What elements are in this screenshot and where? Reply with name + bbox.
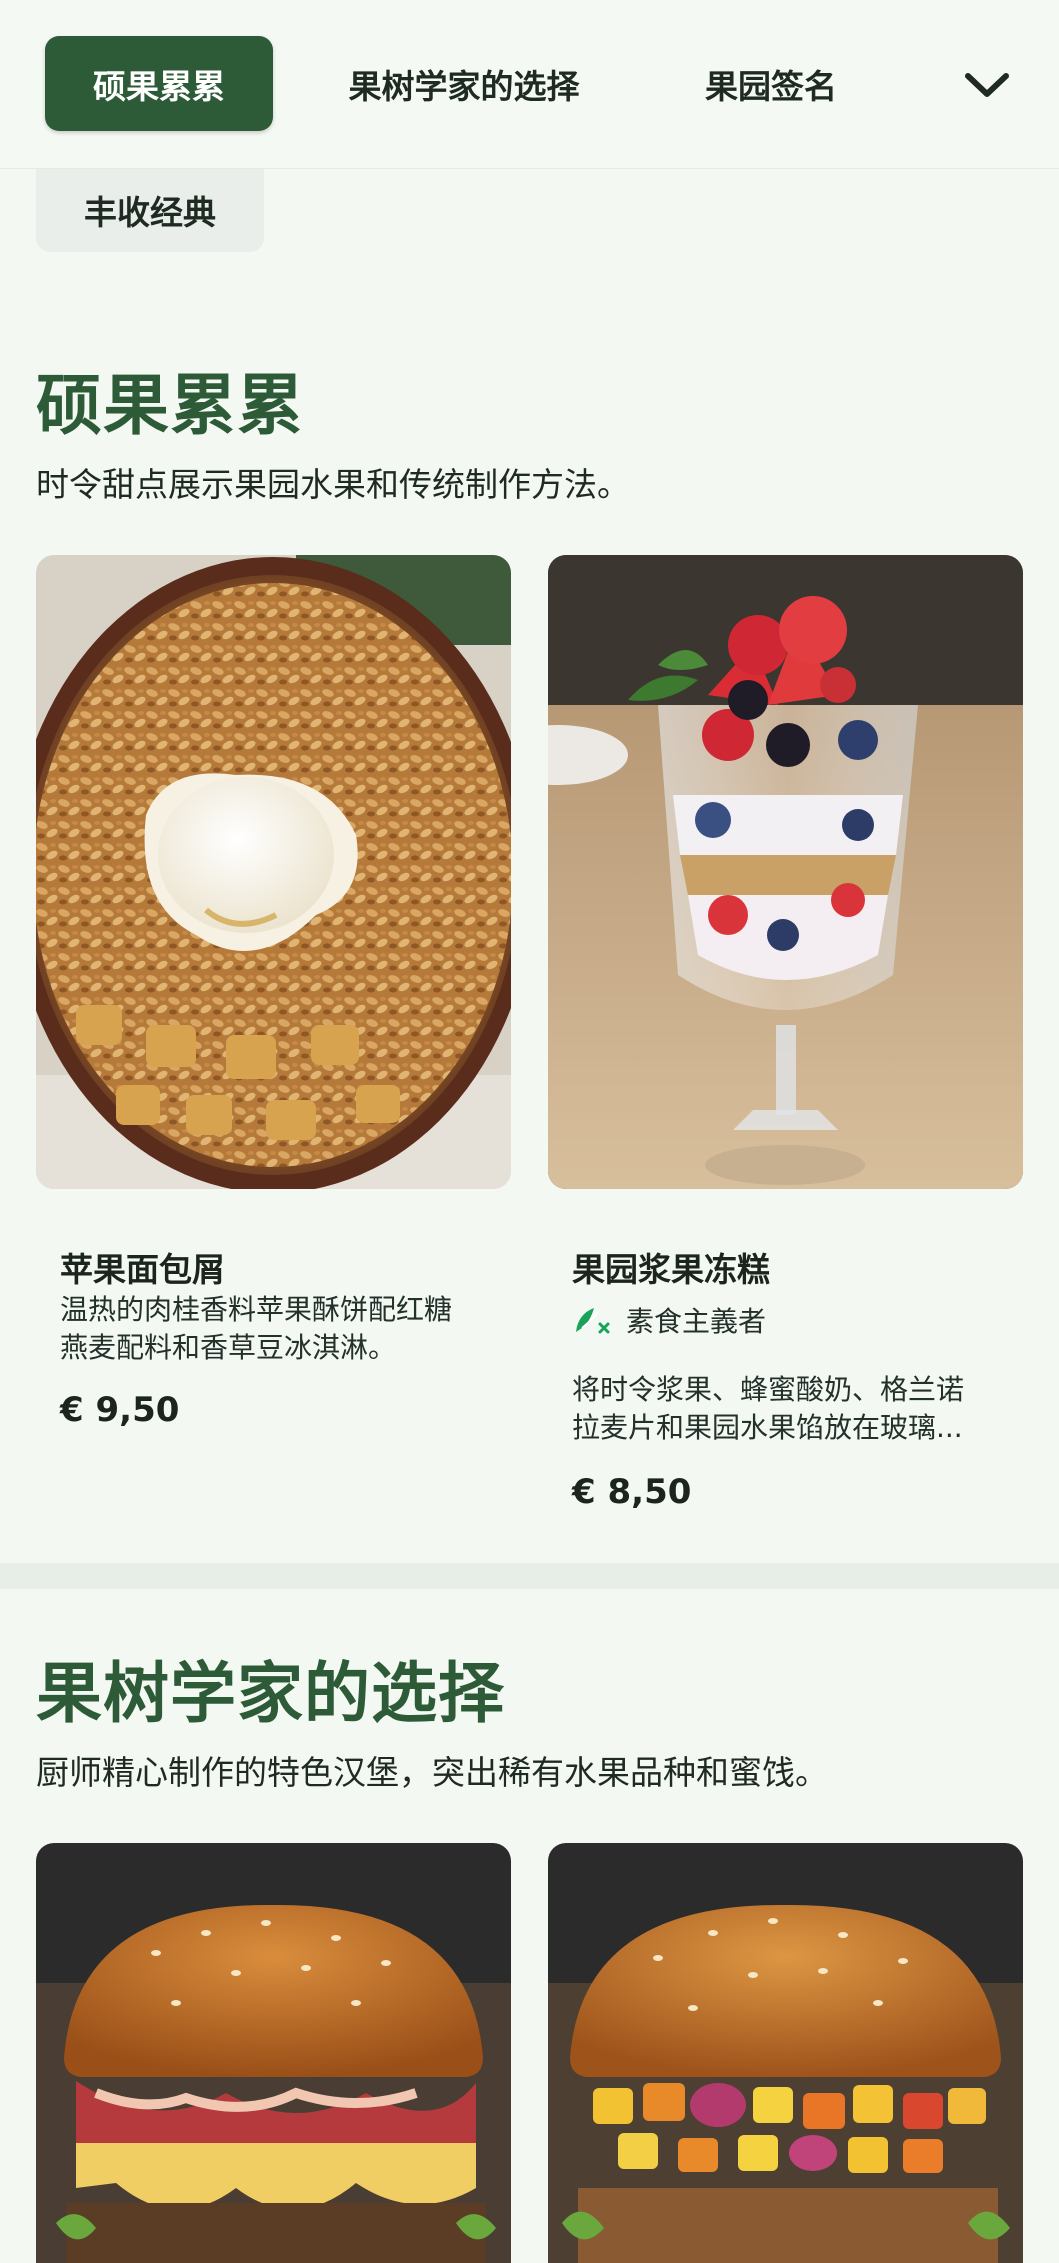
item-name[interactable]: 果园浆果冻糕	[572, 1243, 770, 1291]
section-title: 果树学家的选择	[36, 1655, 505, 1732]
tab-pomologist-choice[interactable]: 果树学家的选择	[318, 36, 610, 131]
vegetarian-leaf-icon	[576, 1308, 610, 1334]
tab-bountiful-harvest[interactable]: 硕果累累	[45, 36, 273, 131]
dietary-tag-label: 素食主義者	[626, 1305, 767, 1338]
item-description-line: 温热的肉桂香料苹果酥饼配红糖	[60, 1293, 453, 1326]
item-name[interactable]: 苹果面包屑	[60, 1243, 225, 1291]
item-price: € 9,50	[60, 1390, 180, 1430]
section-title: 硕果累累	[36, 367, 304, 444]
chevron-down-icon[interactable]	[960, 58, 1014, 112]
tab-orchard-signature[interactable]: 果园签名	[668, 36, 874, 131]
berry-parfait-image[interactable]	[548, 555, 1023, 1189]
dietary-tag: 素食主義者	[572, 1300, 766, 1340]
burger-fruit-salsa-image[interactable]	[548, 1843, 1023, 2263]
section-description: 厨师精心制作的特色汉堡，突出稀有水果品种和蜜饯。	[36, 1753, 828, 1792]
section-description: 时令甜点展示果园水果和传统制作方法。	[36, 465, 630, 504]
tab-harvest-classics[interactable]: 丰收经典	[36, 168, 264, 252]
item-description: 温热的肉桂香料苹果酥饼配红糖 燕麦配料和香草豆冰淇淋。	[60, 1291, 500, 1367]
item-description: 将时令浆果、蜂蜜酸奶、格兰诺 拉麦片和果园水果馅放在玻璃...	[572, 1371, 1012, 1447]
category-tab-bar: 硕果累累 果树学家的选择 果园签名	[0, 0, 1059, 169]
burger-bacon-image[interactable]	[36, 1843, 511, 2263]
item-price: € 8,50	[572, 1472, 692, 1512]
item-description-line: 燕麦配料和香草豆冰淇淋。	[60, 1331, 397, 1364]
item-description-line: 拉麦片和果园水果馅放在玻璃...	[572, 1411, 963, 1444]
apple-crumble-image[interactable]	[36, 555, 511, 1189]
section-divider	[0, 1563, 1059, 1589]
item-description-line: 将时令浆果、蜂蜜酸奶、格兰诺	[572, 1373, 965, 1406]
